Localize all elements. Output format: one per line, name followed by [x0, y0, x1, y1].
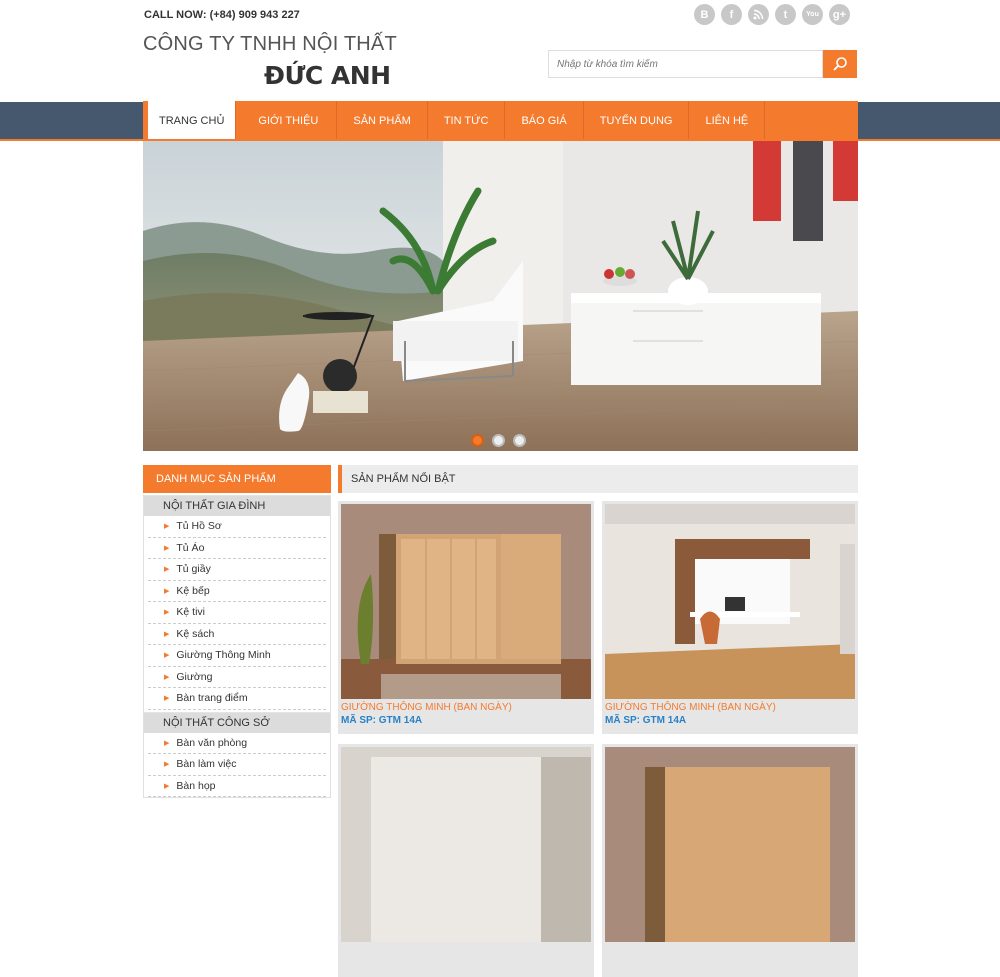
sidebar-item-label: Tủ giầy [176, 563, 211, 576]
nav-bao-gia[interactable]: BÁO GIÁ [505, 101, 584, 140]
sidebar-item-label: Giường [176, 670, 213, 683]
sidebar-item-label: Bàn văn phòng [176, 736, 248, 749]
search-button[interactable] [823, 50, 857, 78]
product-image[interactable] [341, 504, 591, 699]
sidebar-item-label: Kệ bếp [176, 584, 210, 597]
sidebar-item-tu-ho-so[interactable]: ▶ Tủ Hồ Sơ [148, 516, 326, 538]
arrow-right-icon: ▶ [164, 630, 170, 638]
product-image[interactable] [605, 504, 855, 699]
nav-san-pham[interactable]: SẢN PHẨM [337, 101, 428, 140]
nav-lien-he[interactable]: LIÊN HỆ [689, 101, 766, 140]
sidebar-item-label: Tủ Áo [176, 541, 205, 554]
hero-image [143, 141, 858, 451]
sidebar-section-noi-that-gia-dinh[interactable]: NỘI THẤT GIA ĐÌNH [144, 495, 330, 516]
category-sidebar: DANH MỤC SẢN PHẨM NỘI THẤT GIA ĐÌNH ▶ Tủ … [143, 465, 331, 798]
sidebar-item-label: Kệ sách [176, 627, 215, 640]
product-name[interactable]: GIƯỜNG THÔNG MINH (BAN NGÀY) [341, 702, 591, 713]
nav-tuyen-dung[interactable]: TUYỂN DỤNG [584, 101, 690, 140]
slider-dot-3[interactable] [513, 434, 526, 447]
product-name[interactable]: GIƯỜNG THÔNG MINH (BAN NGÀY) [605, 702, 855, 713]
sidebar-item-label: Tủ Hồ Sơ [176, 520, 222, 533]
sidebar-item-ban-lam-viec[interactable]: ▶ Bàn làm việc [148, 754, 326, 776]
arrow-right-icon: ▶ [164, 523, 170, 531]
sidebar-item-label: Giường Thông Minh [176, 649, 271, 662]
call-now-text: CALL NOW: (+84) 909 943 227 [144, 9, 300, 21]
arrow-right-icon: ▶ [164, 587, 170, 595]
arrow-right-icon: ▶ [164, 652, 170, 660]
sidebar-item-tu-ao[interactable]: ▶ Tủ Áo [148, 538, 326, 559]
sidebar-item-ban-van-phong[interactable]: ▶ Bàn văn phòng [148, 733, 326, 754]
sidebar-item-giuong-thong-minh[interactable]: ▶ Giường Thông Minh [148, 645, 326, 667]
sidebar-item-ke-sach[interactable]: ▶ Kệ sách [148, 624, 326, 645]
slider-dot-1[interactable] [471, 434, 484, 447]
sidebar-item-ban-trang-diem[interactable]: ▶ Bàn trang điểm [148, 688, 326, 710]
product-image[interactable] [605, 747, 855, 942]
sidebar-item-label: Bàn họp [176, 779, 216, 792]
product-card[interactable]: GIƯỜNG THÔNG MINH (BAN NGÀY) MÃ SP: GTM … [602, 501, 858, 734]
product-card[interactable] [602, 744, 858, 977]
arrow-right-icon: ▶ [164, 544, 170, 552]
sidebar-item-tu-giay[interactable]: ▶ Tủ giầy [148, 559, 326, 581]
arrow-right-icon: ▶ [164, 782, 170, 790]
sidebar-item-label: Bàn làm việc [176, 758, 237, 771]
blogger-icon[interactable]: B [694, 4, 715, 25]
slider-dot-2[interactable] [492, 434, 505, 447]
facebook-icon[interactable]: f [721, 4, 742, 25]
nav-gioi-thieu[interactable]: GIỚI THIỆU [236, 101, 338, 140]
twitter-icon[interactable]: t [775, 4, 796, 25]
arrow-right-icon: ▶ [164, 761, 170, 769]
arrow-right-icon: ▶ [164, 609, 170, 617]
header: CALL NOW: (+84) 909 943 227 CÔNG TY TNHH… [0, 0, 1000, 102]
youtube-icon[interactable]: You [802, 4, 823, 25]
sidebar-title: DANH MỤC SẢN PHẨM [143, 465, 331, 493]
product-card[interactable] [338, 744, 594, 977]
sidebar-item-label: Bàn trang điểm [176, 692, 248, 705]
search-input[interactable] [549, 51, 822, 77]
featured-products: SẢN PHẨM NỔI BẬT GIƯỜNG THÔNG MINH (BAN … [338, 465, 858, 977]
arrow-right-icon: ▶ [164, 695, 170, 703]
sidebar-item-giuong[interactable]: ▶ Giường [148, 667, 326, 688]
hero-slider[interactable] [143, 141, 858, 451]
sidebar-item-ban-hop[interactable]: ▶ Bàn họp [148, 776, 326, 797]
search-icon [833, 57, 847, 71]
sidebar-item-ke-tivi[interactable]: ▶ Kệ tivi [148, 602, 326, 624]
sidebar-item-label: Kệ tivi [176, 606, 205, 619]
nav-tin-tuc[interactable]: TIN TỨC [428, 101, 506, 140]
sidebar-section-noi-that-cong-so[interactable]: NỘI THẤT CÔNG SỞ [144, 711, 330, 733]
arrow-right-icon: ▶ [164, 739, 170, 747]
google-plus-icon[interactable]: g+ [829, 4, 850, 25]
product-card[interactable]: GIƯỜNG THÔNG MINH (BAN NGÀY) MÃ SP: GTM … [338, 501, 594, 734]
product-image[interactable] [341, 747, 591, 942]
logo-line-2[interactable]: ĐỨC ANH [264, 61, 391, 90]
featured-title: SẢN PHẨM NỔI BẬT [338, 465, 858, 493]
slider-dots [471, 434, 526, 447]
arrow-right-icon: ▶ [164, 673, 170, 681]
product-code: MÃ SP: GTM 14A [605, 715, 687, 726]
rss-icon[interactable] [748, 4, 769, 25]
product-code: MÃ SP: GTM 14A [341, 715, 423, 726]
social-icons: B f t You g+ [694, 4, 850, 25]
logo-line-1[interactable]: CÔNG TY TNHH NỘI THẤT [143, 33, 397, 56]
search-box [548, 50, 823, 78]
main-nav: TRANG CHỦ GIỚI THIỆU SẢN PHẨM TIN TỨC BÁ… [143, 101, 858, 140]
sidebar-item-ke-bep[interactable]: ▶ Kệ bếp [148, 581, 326, 602]
nav-trang-chu[interactable]: TRANG CHỦ [148, 101, 237, 140]
arrow-right-icon: ▶ [164, 566, 170, 574]
